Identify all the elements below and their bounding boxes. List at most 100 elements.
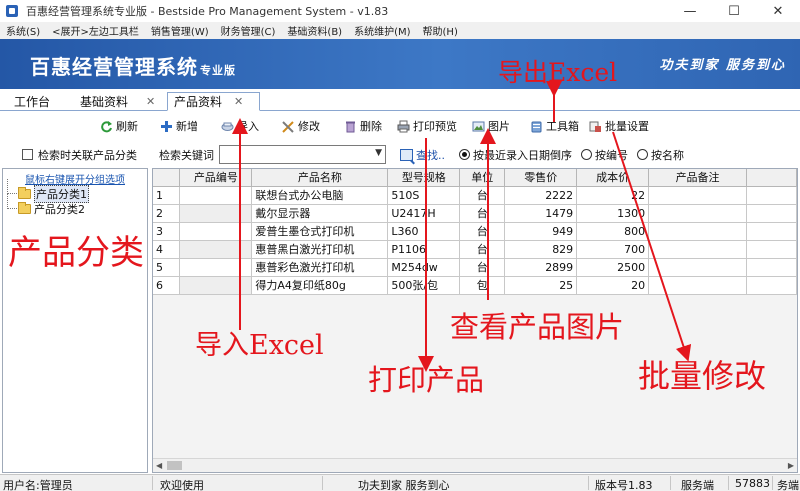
maximize-button[interactable]: ☐ [712,0,756,22]
search-keyword-combobox[interactable]: ▼ [219,145,386,164]
retail-price-cell[interactable]: 829 [504,240,578,259]
table-row[interactable]: 4 惠普黑白激光打印机 P1106 台 829 700 [153,240,797,259]
tree-item-category-2[interactable]: 产品分类2 [7,194,89,216]
sort-by-name-radio[interactable]: 按名称 [637,147,684,163]
column-header[interactable]: 单位 [459,169,506,187]
cost-price-cell[interactable]: 700 [576,240,650,259]
cost-price-cell[interactable]: 1300 [576,204,650,223]
close-icon[interactable]: ✕ [234,95,243,108]
column-header[interactable]: 产品名称 [251,169,389,187]
note-cell[interactable] [648,222,747,241]
retail-price-cell[interactable]: 25 [504,276,578,295]
refresh-icon [100,120,113,133]
menu-bar: 系统(S) <展开>左边工具栏 销售管理(W) 财务管理(C) 基础资料(B) … [0,22,800,39]
search-icon [400,148,413,161]
close-button[interactable]: ✕ [756,0,800,22]
status-slogan: 功夫到家 服务到心 [358,479,450,491]
close-icon[interactable]: ✕ [146,95,155,108]
cost-price-cell[interactable]: 2500 [576,258,650,277]
picture-label: 图片 [488,120,510,133]
note-cell[interactable] [648,204,747,223]
tree-item-category-1[interactable]: 产品分类1 [7,179,89,203]
sort-by-recent-radio[interactable]: 按最近录入日期倒序 [459,147,572,163]
product-name-cell[interactable]: 得力A4复印纸80g [251,276,389,295]
cost-price-cell[interactable]: 800 [576,222,650,241]
refresh-button[interactable]: 刷新 [100,118,138,134]
product-code-cell[interactable] [179,204,253,223]
row-number: 3 [153,222,181,241]
note-cell[interactable] [648,276,747,295]
tab-product-data[interactable]: 产品资料 ✕ [167,92,260,111]
product-name-cell[interactable]: 爱普生墨仓式打印机 [251,222,389,241]
column-header[interactable]: 产品编号 [179,169,253,187]
retail-price-cell[interactable]: 2899 [504,258,578,277]
import-button[interactable]: 导入 [221,118,259,134]
column-header[interactable]: 产品备注 [648,169,747,187]
note-cell[interactable] [648,240,747,259]
product-code-cell[interactable] [179,240,253,259]
unit-cell[interactable]: 台 [459,258,506,277]
picture-button[interactable]: 图片 [472,118,510,134]
cost-price-cell[interactable]: 22 [576,186,650,205]
retail-price-cell[interactable]: 1479 [504,204,578,223]
model-cell[interactable]: P1106 [387,240,461,259]
row-number-header [153,169,181,187]
chevron-down-icon[interactable]: ▼ [375,148,382,158]
menu-basic-data[interactable]: 基础资料(B) [281,23,348,38]
search-linked-category-option[interactable]: 检索时关联产品分类 [2,142,148,167]
delete-button[interactable]: 删除 [344,118,382,134]
product-name-cell[interactable]: 惠普彩色激光打印机 [251,258,389,277]
model-cell[interactable]: M254dw [387,258,461,277]
menu-maintenance[interactable]: 系统维护(M) [348,23,416,38]
product-name-cell[interactable]: 惠普黑白激光打印机 [251,240,389,259]
table-row[interactable]: 2 戴尔显示器 U2417H 台 1479 1300 [153,204,797,223]
product-code-cell[interactable] [179,222,253,241]
unit-cell[interactable]: 台 [459,204,506,223]
model-cell[interactable]: L360 [387,222,461,241]
cost-price-cell[interactable]: 20 [576,276,650,295]
product-code-cell[interactable] [179,258,253,277]
scroll-left-icon[interactable]: ◀ [156,461,162,470]
toolbox-button[interactable]: 工具箱 [530,118,579,134]
column-header[interactable]: 零售价 [504,169,578,187]
product-name-cell[interactable]: 戴尔显示器 [251,204,389,223]
unit-cell[interactable]: 台 [459,186,506,205]
horizontal-scrollbar[interactable]: ◀ ▶ [153,458,797,472]
note-cell[interactable] [648,186,747,205]
unit-cell[interactable]: 台 [459,240,506,259]
product-name-cell[interactable]: 联想台式办公电脑 [251,186,389,205]
product-code-cell[interactable] [179,186,253,205]
table-row[interactable]: 5 惠普彩色激光打印机 M254dw 台 2899 2500 [153,258,797,277]
menu-system[interactable]: 系统(S) [0,23,46,38]
tab-workbench[interactable]: 工作台 [14,92,50,111]
table-row[interactable]: 6 得力A4复印纸80g 500张/包 包 25 20 [153,276,797,295]
column-header[interactable]: 型号规格 [387,169,461,187]
model-cell[interactable]: 500张/包 [387,276,461,295]
print-preview-button[interactable]: 打印预览 [397,118,457,134]
model-cell[interactable]: U2417H [387,204,461,223]
edit-button[interactable]: 修改 [282,118,320,134]
sort-by-code-radio[interactable]: 按编号 [581,147,628,163]
retail-price-cell[interactable]: 2222 [504,186,578,205]
menu-help[interactable]: 帮助(H) [417,23,464,38]
scrollbar-thumb[interactable] [167,461,182,470]
scroll-right-icon[interactable]: ▶ [788,461,794,470]
unit-cell[interactable]: 台 [459,222,506,241]
find-button[interactable]: 查找.. [400,147,445,163]
add-button[interactable]: 新增 [160,118,198,134]
menu-sales[interactable]: 销售管理(W) [145,23,215,38]
table-row[interactable]: 3 爱普生墨仓式打印机 L360 台 949 800 [153,222,797,241]
menu-finance[interactable]: 财务管理(C) [215,23,282,38]
retail-price-cell[interactable]: 949 [504,222,578,241]
minimize-button[interactable]: — [668,0,712,22]
batch-settings-button[interactable]: 批量设置 [589,118,649,134]
menu-expand-left-toolbar[interactable]: <展开>左边工具栏 [46,23,145,38]
note-cell[interactable] [648,258,747,277]
table-row[interactable]: 1 联想台式办公电脑 510S 台 2222 22 [153,186,797,205]
model-cell[interactable]: 510S [387,186,461,205]
search-linked-checkbox[interactable] [22,149,33,160]
column-header[interactable]: 成本价 [576,169,650,187]
product-code-cell[interactable] [179,276,253,295]
tab-basic-data[interactable]: 基础资料 ✕ [80,92,155,111]
unit-cell[interactable]: 包 [459,276,506,295]
